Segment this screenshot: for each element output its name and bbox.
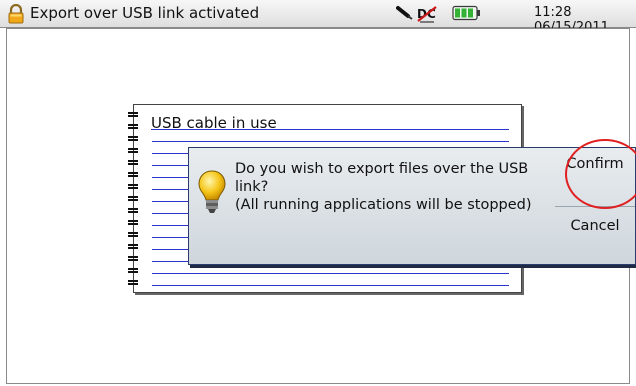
window-title: Export over USB link activated xyxy=(30,4,260,22)
spiral-binding-icon xyxy=(128,112,138,285)
title-bar: Export over USB link activated DC 11:28 … xyxy=(0,0,636,35)
lock-icon xyxy=(7,3,25,28)
message-line: Do you wish to export files over the USB xyxy=(235,161,529,177)
usb-plug-icon xyxy=(396,5,414,25)
dialog-button-area: Confirm Cancel xyxy=(553,148,636,266)
button-divider xyxy=(555,206,635,207)
cancel-button[interactable]: Cancel xyxy=(553,218,636,234)
message-line: (All running applications will be stoppe… xyxy=(235,197,532,213)
dialog-message: Do you wish to export files over the USB… xyxy=(235,160,545,214)
dc-power-icon: DC xyxy=(416,5,438,27)
lightbulb-icon xyxy=(197,168,227,222)
message-line: link? xyxy=(235,179,269,195)
notebook-title: USB cable in use xyxy=(151,114,277,132)
confirm-button[interactable]: Confirm xyxy=(553,156,636,172)
battery-icon xyxy=(452,5,482,25)
confirm-dialog: Do you wish to export files over the USB… xyxy=(188,147,636,265)
